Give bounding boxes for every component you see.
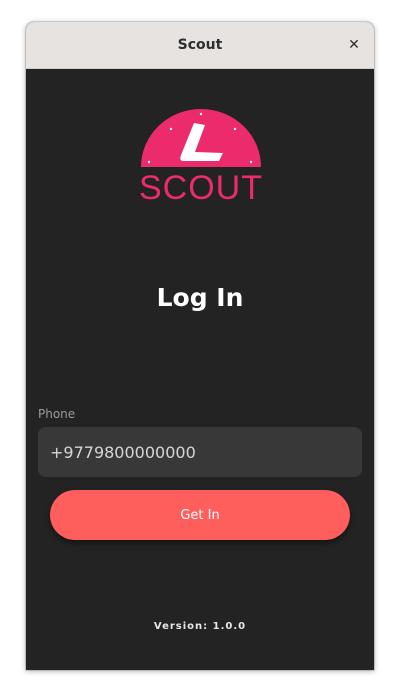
- window-title: Scout: [177, 37, 223, 53]
- logo-dot-icon: [249, 160, 253, 164]
- close-button[interactable]: ✕: [342, 33, 366, 57]
- login-screen: SCOUT Log In Phone Get In Version: 1.0.0: [26, 69, 374, 670]
- scout-logo: SCOUT: [139, 109, 263, 205]
- logo-dot-icon: [233, 127, 237, 131]
- title-bar[interactable]: Scout ✕: [26, 22, 374, 69]
- phone-label: Phone: [38, 407, 76, 421]
- logo-dot-icon: [147, 160, 151, 164]
- get-in-button[interactable]: Get In: [50, 490, 350, 540]
- logo-dot-icon: [169, 127, 173, 131]
- logo-dot-icon: [199, 112, 203, 116]
- app-window: Scout ✕ SCOUT Log In Phone Get In Versio…: [26, 22, 374, 670]
- close-icon: ✕: [348, 37, 360, 53]
- logo-wordmark: SCOUT: [139, 169, 263, 205]
- phone-input[interactable]: [38, 427, 362, 477]
- version-text: Version: 1.0.0: [153, 621, 247, 632]
- page-title: Log In: [156, 283, 244, 312]
